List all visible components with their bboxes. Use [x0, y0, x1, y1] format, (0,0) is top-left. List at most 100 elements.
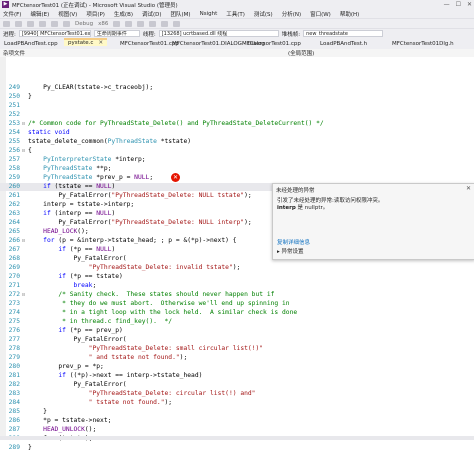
lifecycle-events-select[interactable]: 生命周期事件 — [93, 30, 140, 37]
tab-loadpbandtest-h[interactable]: LoadPBAndTest.h — [316, 40, 371, 48]
tab-mfctensortest01-cpp-2[interactable]: MFCtensorTest01.cpp — [238, 40, 305, 48]
code-token: "PyThreadState_Delete: NULL tstate" — [111, 192, 245, 199]
code-token: NULL — [96, 210, 112, 217]
code-line[interactable]: 250} — [0, 93, 474, 101]
code-line[interactable]: 284 " tstate not found."); — [0, 399, 474, 407]
code-line[interactable]: 269 "PyThreadState_Delete: invalid tstat… — [0, 264, 474, 272]
code-line[interactable]: 273 * they do we must abort. Otherwise w… — [0, 300, 474, 308]
menu-build[interactable]: 生成(B) — [114, 10, 133, 18]
exception-error-icon[interactable]: ✕ — [171, 173, 180, 182]
code-line[interactable]: 279 " and tstate not found."); — [0, 354, 474, 362]
close-button[interactable]: ✕ — [467, 1, 472, 8]
forward-icon[interactable] — [15, 20, 22, 27]
restart-icon[interactable] — [149, 20, 157, 27]
redo-icon[interactable] — [63, 20, 70, 27]
menu-help[interactable]: 帮助(H) — [340, 10, 359, 18]
line-number: 272 — [8, 291, 20, 298]
menu-team[interactable]: 团队(M) — [171, 10, 191, 18]
new-file-icon[interactable] — [27, 20, 34, 27]
continue-icon[interactable] — [113, 20, 121, 27]
collapse-outline-icon[interactable]: ⊟ — [22, 237, 26, 245]
code-line[interactable]: 286 *p = tstate->next; — [0, 417, 474, 425]
code-line[interactable]: 278 "PyThreadState_Delete: small circula… — [0, 345, 474, 353]
collapse-outline-icon[interactable]: ⊟ — [22, 147, 26, 155]
code-line[interactable]: 258 PyThreadState **p; — [0, 165, 474, 173]
thread-select[interactable]: [13268] ucrtbased.dll 线程 — [158, 30, 279, 37]
menu-analyze[interactable]: 分析(N) — [282, 10, 301, 18]
code-token: if — [58, 246, 66, 253]
process-select[interactable]: [9940] MFCtensorTest01.exe — [18, 30, 91, 37]
menu-file[interactable]: 文件(F) — [3, 10, 21, 18]
code-line[interactable]: 253 ⊟/* Common code for PyThreadState_Del… — [0, 120, 474, 128]
code-line[interactable]: 251 — [0, 102, 474, 110]
code-line[interactable]: 272 ⊟ /* Sanity check. These states shoul… — [0, 291, 474, 299]
pause-icon[interactable] — [125, 20, 133, 27]
stack-frame-select[interactable]: new_threadstate — [303, 30, 384, 37]
code-line[interactable]: 274 * in a tight loop with the lock held… — [0, 309, 474, 317]
step-over-icon[interactable] — [161, 20, 169, 27]
exception-detail-text: 是 nullptr。 — [295, 205, 329, 211]
code-line[interactable]: 254 static void — [0, 129, 474, 137]
save-icon[interactable] — [39, 20, 46, 27]
close-popup-icon[interactable]: ✕ — [466, 185, 471, 192]
code-text: Py_FatalError( — [28, 255, 126, 263]
code-token: "PyThreadState_Delete: small circular li… — [88, 345, 264, 352]
collapse-outline-icon[interactable]: ⊟ — [22, 291, 26, 299]
platform-select[interactable]: x86 — [98, 21, 108, 27]
code-line[interactable]: 252 — [0, 111, 474, 119]
menu-nsight[interactable]: Nsight — [200, 11, 218, 17]
project-scope-select[interactable]: 杂项文件 — [0, 49, 243, 57]
code-line[interactable]: 270 if (*p == tstate) — [0, 273, 474, 281]
menu-window[interactable]: 窗口(W) — [310, 10, 331, 18]
code-line[interactable]: 256 ⊟{ — [0, 147, 474, 155]
code-token: if — [58, 372, 66, 379]
maximize-button[interactable]: ☐ — [456, 1, 461, 8]
collapse-outline-icon[interactable]: ⊟ — [22, 120, 26, 128]
code-line[interactable]: 281 if ((*p)->next == interp->tstate_hea… — [0, 372, 474, 380]
step-into-icon[interactable] — [173, 20, 181, 27]
stop-icon[interactable] — [137, 20, 145, 27]
horizontal-scrollbar[interactable] — [0, 436, 474, 440]
code-editor[interactable]: 249 Py_CLEAR(tstate->c_traceobj); 250} 251… — [0, 57, 474, 451]
tab-pystate-c[interactable]: pystate.c ✕ — [64, 38, 108, 46]
menu-project[interactable]: 项目(P) — [86, 10, 105, 18]
menu-view[interactable]: 视图(V) — [58, 10, 77, 18]
code-line[interactable]: 259 PyThreadState *prev_p = NULL; — [0, 174, 474, 182]
tab-loadpbandtest-cpp[interactable]: LoadPBAndTest.cpp — [0, 40, 62, 48]
close-tab-icon[interactable]: ✕ — [98, 40, 103, 46]
global-scope-select[interactable]: (全局范围) — [243, 49, 314, 57]
code-line[interactable]: 257 PyInterpreterState *interp; — [0, 156, 474, 164]
code-line[interactable]: 287 HEAD_UNLOCK(); — [0, 426, 474, 434]
configuration-select[interactable]: Debug — [75, 21, 93, 27]
code-text: "PyThreadState_Delete: invalid tstate"); — [28, 264, 241, 272]
code-line[interactable]: 275 * in thread.c find_key(). */ — [0, 318, 474, 326]
tab-mfctensortest01dlg-h[interactable]: MFCtensorTest01Dlg.h — [388, 40, 458, 48]
exception-settings-expander[interactable]: ▸ 异常设置 — [277, 247, 304, 255]
code-line[interactable]: 276 if (*p == prev_p) — [0, 327, 474, 335]
code-line[interactable]: 249 Py_CLEAR(tstate->c_traceobj); — [0, 84, 474, 92]
code-line[interactable]: 277 Py_FatalError( — [0, 336, 474, 344]
code-line[interactable]: 255 tstate_delete_common(PyThreadState *t… — [0, 138, 474, 146]
code-line[interactable]: 289} — [0, 444, 474, 452]
back-icon[interactable] — [3, 20, 10, 27]
code-token: Py_FatalError( — [28, 336, 127, 343]
visual-studio-logo-icon: ▶ — [2, 1, 9, 8]
menu-tools[interactable]: 工具(T) — [226, 10, 245, 18]
undo-icon[interactable] — [51, 20, 58, 27]
code-line[interactable]: 280 prev_p = *p; — [0, 363, 474, 371]
copy-details-link[interactable]: 复制详细信息 — [277, 238, 310, 246]
exception-detail: interp 是 nullptr。 — [277, 205, 467, 212]
minimize-button[interactable]: — — [444, 1, 450, 8]
code-line[interactable]: 282 Py_FatalError( — [0, 381, 474, 389]
code-token: ); — [244, 192, 252, 199]
code-line[interactable]: 283 "PyThreadState_Delete: circular list… — [0, 390, 474, 398]
code-line[interactable]: 285 } — [0, 408, 474, 416]
menu-edit[interactable]: 编辑(E) — [30, 10, 49, 18]
menu-test[interactable]: 测试(S) — [254, 10, 273, 18]
code-line[interactable]: 271 break; — [0, 282, 474, 290]
code-text: if (interp == NULL) — [28, 210, 115, 218]
menu-debug[interactable]: 调试(D) — [142, 10, 162, 18]
